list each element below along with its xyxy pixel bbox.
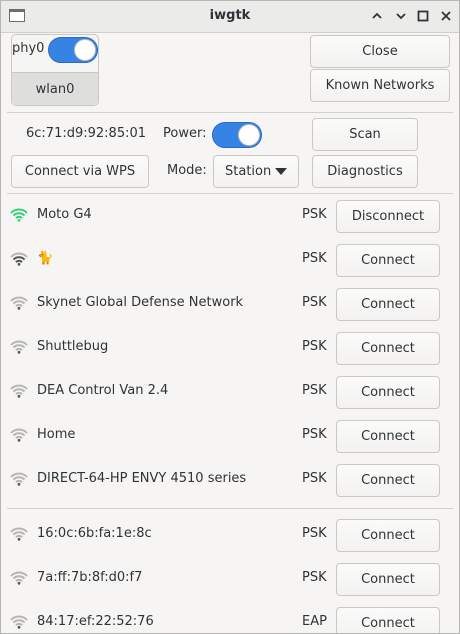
known-networks-button[interactable]: Known Networks xyxy=(310,69,450,102)
separator xyxy=(7,508,453,509)
network-row: 7a:ff:7b:8f:d0:f7 PSK Connect xyxy=(1,557,459,601)
connect-button[interactable]: Connect xyxy=(336,332,440,365)
chevron-down-icon xyxy=(275,168,287,175)
window-title: iwgtk xyxy=(209,8,251,23)
security-type: EAP xyxy=(302,614,327,629)
connect-button[interactable]: Connect xyxy=(336,607,440,633)
disconnect-button[interactable]: Disconnect xyxy=(336,200,440,233)
security-type: PSK xyxy=(302,471,327,486)
mode-value: Station xyxy=(225,164,272,179)
minimize-icon[interactable] xyxy=(370,9,384,23)
mode-label: Mode: xyxy=(167,163,207,178)
maximize-icon[interactable] xyxy=(416,9,430,23)
network-row: Home PSK Connect xyxy=(1,414,459,458)
phy-label: phy0 xyxy=(12,41,45,56)
network-row: Shuttlebug PSK Connect xyxy=(1,326,459,370)
app-window: iwgtk phy0 wlan0 Close Known Networks 6c… xyxy=(0,0,460,634)
mode-dropdown[interactable]: Station xyxy=(213,155,299,188)
network-name: Moto G4 xyxy=(37,207,92,222)
wifi-signal-icon xyxy=(10,296,28,310)
security-type: PSK xyxy=(302,570,327,585)
network-name: Home xyxy=(37,427,76,442)
wifi-signal-icon xyxy=(10,472,28,486)
network-name: Skynet Global Defense Network xyxy=(37,295,244,310)
wifi-signal-icon xyxy=(10,615,28,629)
title-bar[interactable]: iwgtk xyxy=(1,1,459,33)
network-row: 🐈 PSK Connect xyxy=(1,238,459,282)
network-name: 16:0c:6b:fa:1e:8c xyxy=(37,526,152,541)
network-name: Shuttlebug xyxy=(37,339,109,354)
phy-power-switch[interactable] xyxy=(48,37,98,63)
scan-button[interactable]: Scan xyxy=(312,118,418,151)
network-name: 7a:ff:7b:8f:d0:f7 xyxy=(37,570,143,585)
connect-button[interactable]: Connect xyxy=(336,244,440,277)
network-row: 84:17:ef:22:52:76 EAP Connect xyxy=(1,601,459,633)
diagnostics-button[interactable]: Diagnostics xyxy=(312,155,418,188)
wifi-signal-icon xyxy=(10,340,28,354)
wifi-signal-icon xyxy=(10,428,28,442)
security-type: PSK xyxy=(302,207,327,222)
connect-button[interactable]: Connect xyxy=(336,563,440,596)
power-label: Power: xyxy=(163,126,207,141)
wifi-signal-icon xyxy=(10,384,28,398)
close-button[interactable]: Close xyxy=(310,35,450,68)
connect-button[interactable]: Connect xyxy=(336,420,440,453)
power-switch[interactable] xyxy=(212,122,262,148)
close-icon[interactable] xyxy=(439,9,453,23)
wifi-signal-icon xyxy=(10,527,28,541)
wifi-signal-icon xyxy=(10,252,28,266)
network-name: 84:17:ef:22:52:76 xyxy=(37,614,154,629)
chevron-down-icon[interactable] xyxy=(394,9,408,23)
security-type: PSK xyxy=(302,383,327,398)
connect-button[interactable]: Connect xyxy=(336,376,440,409)
connect-button[interactable]: Connect xyxy=(336,288,440,321)
device-selector: phy0 wlan0 xyxy=(11,34,99,106)
switch-knob xyxy=(238,124,260,146)
switch-knob xyxy=(74,39,96,61)
connect-wps-button[interactable]: Connect via WPS xyxy=(11,155,149,188)
security-type: PSK xyxy=(302,339,327,354)
network-row: Skynet Global Defense Network PSK Connect xyxy=(1,282,459,326)
wifi-signal-icon xyxy=(10,208,28,222)
connect-button[interactable]: Connect xyxy=(336,464,440,497)
network-row: 16:0c:6b:fa:1e:8c PSK Connect xyxy=(1,513,459,557)
security-type: PSK xyxy=(302,251,327,266)
connect-button[interactable]: Connect xyxy=(336,519,440,552)
interface-button[interactable]: wlan0 xyxy=(12,72,98,105)
network-name: 🐈 xyxy=(37,251,54,266)
network-row: DIRECT-64-HP ENVY 4510 series PSK Connect xyxy=(1,458,459,502)
security-type: PSK xyxy=(302,295,327,310)
network-row: Moto G4 PSK Disconnect xyxy=(1,194,459,238)
network-name: DEA Control Van 2.4 xyxy=(37,383,169,398)
wifi-signal-icon xyxy=(10,571,28,585)
security-type: PSK xyxy=(302,526,327,541)
network-name: DIRECT-64-HP ENVY 4510 series xyxy=(37,471,247,486)
network-row: DEA Control Van 2.4 PSK Connect xyxy=(1,370,459,414)
security-type: PSK xyxy=(302,427,327,442)
mac-address: 6c:71:d9:92:85:01 xyxy=(26,126,147,141)
separator xyxy=(7,112,453,113)
